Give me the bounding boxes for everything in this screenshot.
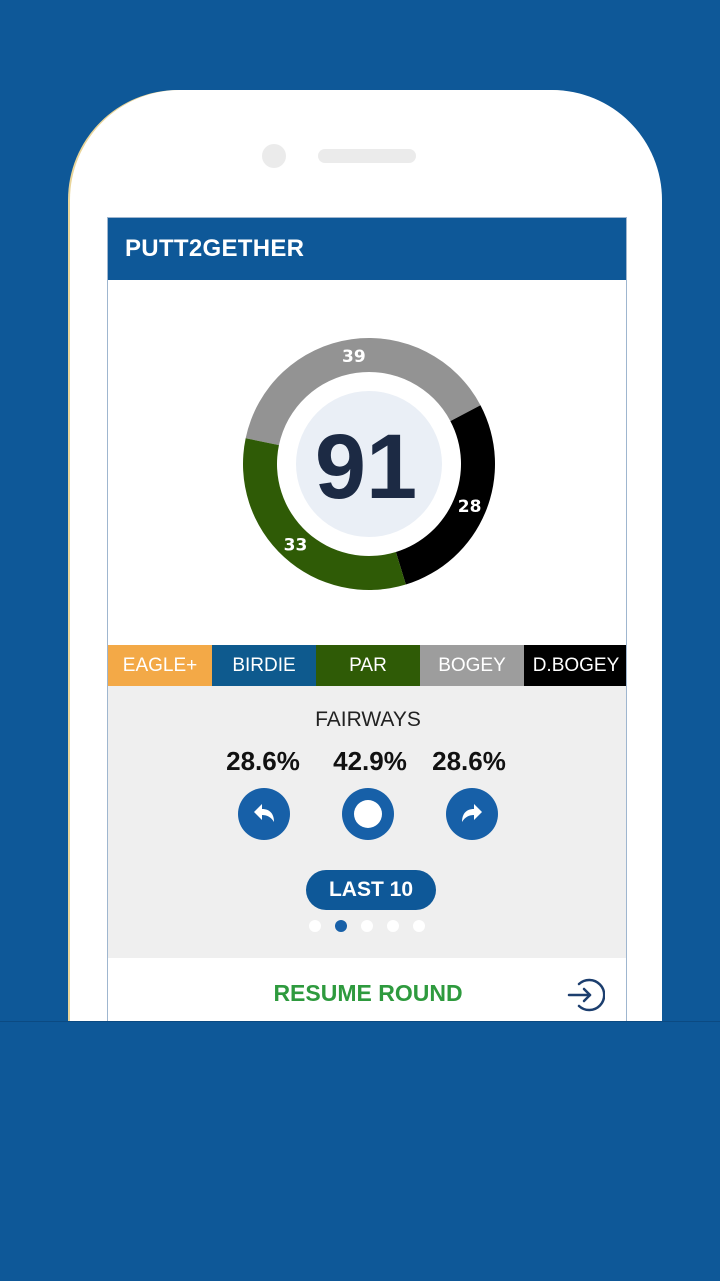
resume-round-label[interactable]: RESUME ROUND	[108, 980, 626, 1007]
page-dot[interactable]	[361, 920, 373, 932]
circle-center-icon	[354, 800, 382, 828]
legend-birdie: BIRDIE	[212, 645, 316, 686]
last-10-button[interactable]: LAST 10	[306, 870, 436, 910]
page-dot[interactable]	[387, 920, 399, 932]
arrow-right-icon	[462, 804, 482, 822]
fairways-panel[interactable]: FAIRWAYS 28.6% 42.9% 28.6% LAST 10	[108, 686, 626, 958]
fairway-right-pct: 28.6%	[432, 746, 506, 776]
page-indicator[interactable]	[108, 920, 626, 934]
fairway-right-button[interactable]	[446, 788, 498, 840]
fairway-left-button[interactable]	[238, 788, 290, 840]
arrow-left-icon	[254, 804, 274, 822]
app-screen: PUTT2GETHER 91 39 28 33 EAGLE+ BIRDIE PAR …	[107, 217, 627, 1037]
page-dot[interactable]	[413, 920, 425, 932]
legend-bogey: BOGEY	[420, 645, 524, 686]
fairway-center-button[interactable]	[342, 788, 394, 840]
page-dot-active[interactable]	[335, 920, 347, 932]
fairway-left-pct: 28.6%	[226, 746, 300, 776]
donut-label-black: 28	[458, 497, 482, 517]
sign-in-icon[interactable]	[565, 975, 605, 1015]
page-dot[interactable]	[309, 920, 321, 932]
camera	[262, 144, 286, 168]
app-title: PUTT2GETHER	[125, 235, 305, 262]
score-donut: 91 39 28 33	[108, 280, 626, 645]
donut-label-gray: 39	[342, 347, 366, 367]
fairways-heading: FAIRWAYS	[315, 708, 421, 731]
speaker	[318, 149, 416, 163]
score-total: 91	[315, 416, 417, 518]
donut-label-green: 33	[284, 535, 308, 555]
legend-double-bogey: D.BOGEY	[524, 645, 626, 686]
legend-par: PAR	[316, 645, 420, 686]
legend-eagle: EAGLE+	[108, 645, 212, 686]
page-footer-band	[0, 1021, 720, 1281]
donut-chart: 91 39 28 33	[242, 337, 496, 590]
score-legend: EAGLE+ BIRDIE PAR BOGEY D.BOGEY	[108, 645, 626, 686]
app-bar: PUTT2GETHER	[108, 218, 626, 280]
